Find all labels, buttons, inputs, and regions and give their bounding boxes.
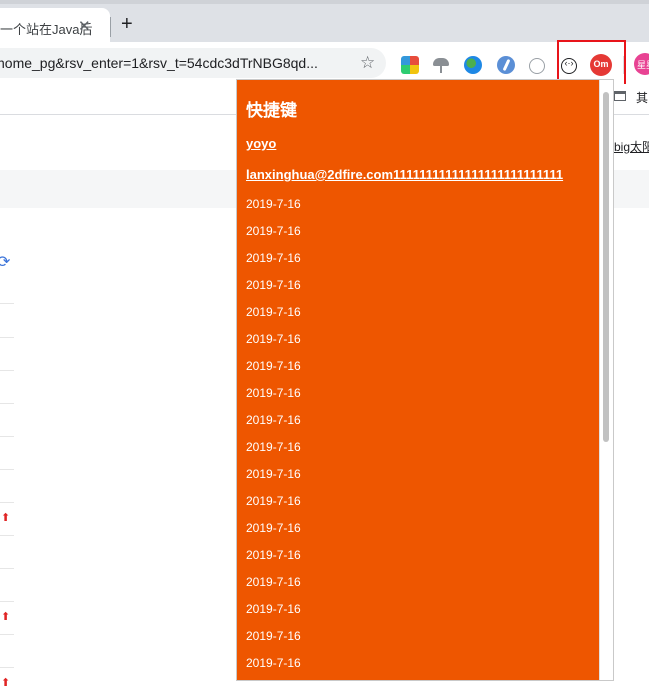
refresh-icon[interactable]: ⟳ bbox=[0, 252, 10, 272]
tab-close-icon[interactable]: ✕ bbox=[78, 17, 91, 35]
up-arrow-icon: ⬆ bbox=[1, 677, 11, 689]
date-list-item: 2019-7-16 bbox=[246, 197, 301, 211]
tab-separator bbox=[110, 17, 111, 37]
date-list-item: 2019-7-16 bbox=[246, 413, 301, 427]
date-list-item: 2019-7-16 bbox=[246, 224, 301, 238]
date-list-item: 2019-7-16 bbox=[246, 575, 301, 589]
date-list: 2019-7-16 2019-7-16 2019-7-16 2019-7-16 2019… bbox=[246, 196, 301, 680]
up-arrow-icon: ⬆ bbox=[1, 611, 11, 623]
date-list-item: 2019-7-16 bbox=[246, 440, 301, 454]
profile-avatar[interactable]: 星星 bbox=[634, 53, 649, 75]
table-row-divider bbox=[0, 370, 14, 371]
date-list-item: 2019-7-16 bbox=[246, 359, 301, 373]
bookmark-star-icon[interactable]: ☆ bbox=[360, 53, 375, 73]
popup-email-link[interactable]: lanxinghua@2dfire.com1111111111111111111… bbox=[246, 167, 563, 182]
date-list-item: 2019-7-16 bbox=[246, 251, 301, 265]
date-list-item: 2019-7-16 bbox=[246, 494, 301, 508]
table-row-divider bbox=[0, 436, 14, 437]
tab-strip: 一个站在Java后 ✕ + bbox=[0, 0, 649, 42]
globe-icon[interactable] bbox=[464, 56, 482, 74]
date-list-item: 2019-7-16 bbox=[246, 332, 301, 346]
profile-avatar-label: 星星 bbox=[637, 60, 649, 70]
folder-icon[interactable] bbox=[614, 91, 626, 101]
table-row-divider bbox=[0, 469, 14, 470]
popup-username-link[interactable]: yoyo bbox=[246, 136, 276, 151]
colorful-square-icon[interactable] bbox=[401, 56, 419, 74]
address-bar-url[interactable]: home_pg&rsv_enter=1&rsv_t=54cdc3dTrNBG8q… bbox=[0, 55, 318, 71]
table-row-divider bbox=[0, 667, 14, 668]
table-row-divider bbox=[0, 634, 14, 635]
extension-popup: 快捷键 yoyo lanxinghua@2dfire.com1111111111… bbox=[236, 79, 614, 681]
popup-scrollbar-thumb[interactable] bbox=[603, 92, 609, 442]
table-row-divider bbox=[0, 337, 14, 338]
date-list-item: 2019-7-16 bbox=[246, 548, 301, 562]
popup-title: 快捷键 bbox=[246, 101, 297, 120]
table-row-divider bbox=[0, 502, 14, 503]
date-list-item: 2019-7-16 bbox=[246, 629, 301, 643]
page-link[interactable]: big太阳 bbox=[614, 138, 649, 155]
mushroom-icon[interactable] bbox=[432, 56, 450, 74]
date-list-item: 2019-7-16 bbox=[246, 602, 301, 616]
date-list-item: 2019-7-16 bbox=[246, 656, 301, 670]
table-row-divider bbox=[0, 568, 14, 569]
speed-icon[interactable] bbox=[529, 58, 545, 74]
date-list-item: 2019-7-16 bbox=[246, 386, 301, 400]
new-tab-button[interactable]: + bbox=[121, 14, 133, 34]
date-list-item: 2019-7-16 bbox=[246, 467, 301, 481]
table-row-divider bbox=[0, 303, 14, 304]
pen-icon[interactable] bbox=[497, 56, 515, 74]
browser-tab[interactable]: 一个站在Java后 ✕ bbox=[0, 8, 110, 42]
browser-toolbar: home_pg&rsv_enter=1&rsv_t=54cdc3dTrNBG8q… bbox=[0, 42, 649, 84]
table-row-divider bbox=[0, 535, 14, 536]
date-list-item: 2019-7-16 bbox=[246, 521, 301, 535]
date-list-item: 2019-7-16 bbox=[246, 278, 301, 292]
window-top-edge bbox=[0, 0, 649, 4]
table-row-divider bbox=[0, 601, 14, 602]
up-arrow-icon: ⬆ bbox=[1, 512, 11, 524]
bookmark-folder-label[interactable]: 其 bbox=[636, 89, 648, 106]
date-list-item: 2019-7-16 bbox=[246, 305, 301, 319]
table-row-divider bbox=[0, 403, 14, 404]
